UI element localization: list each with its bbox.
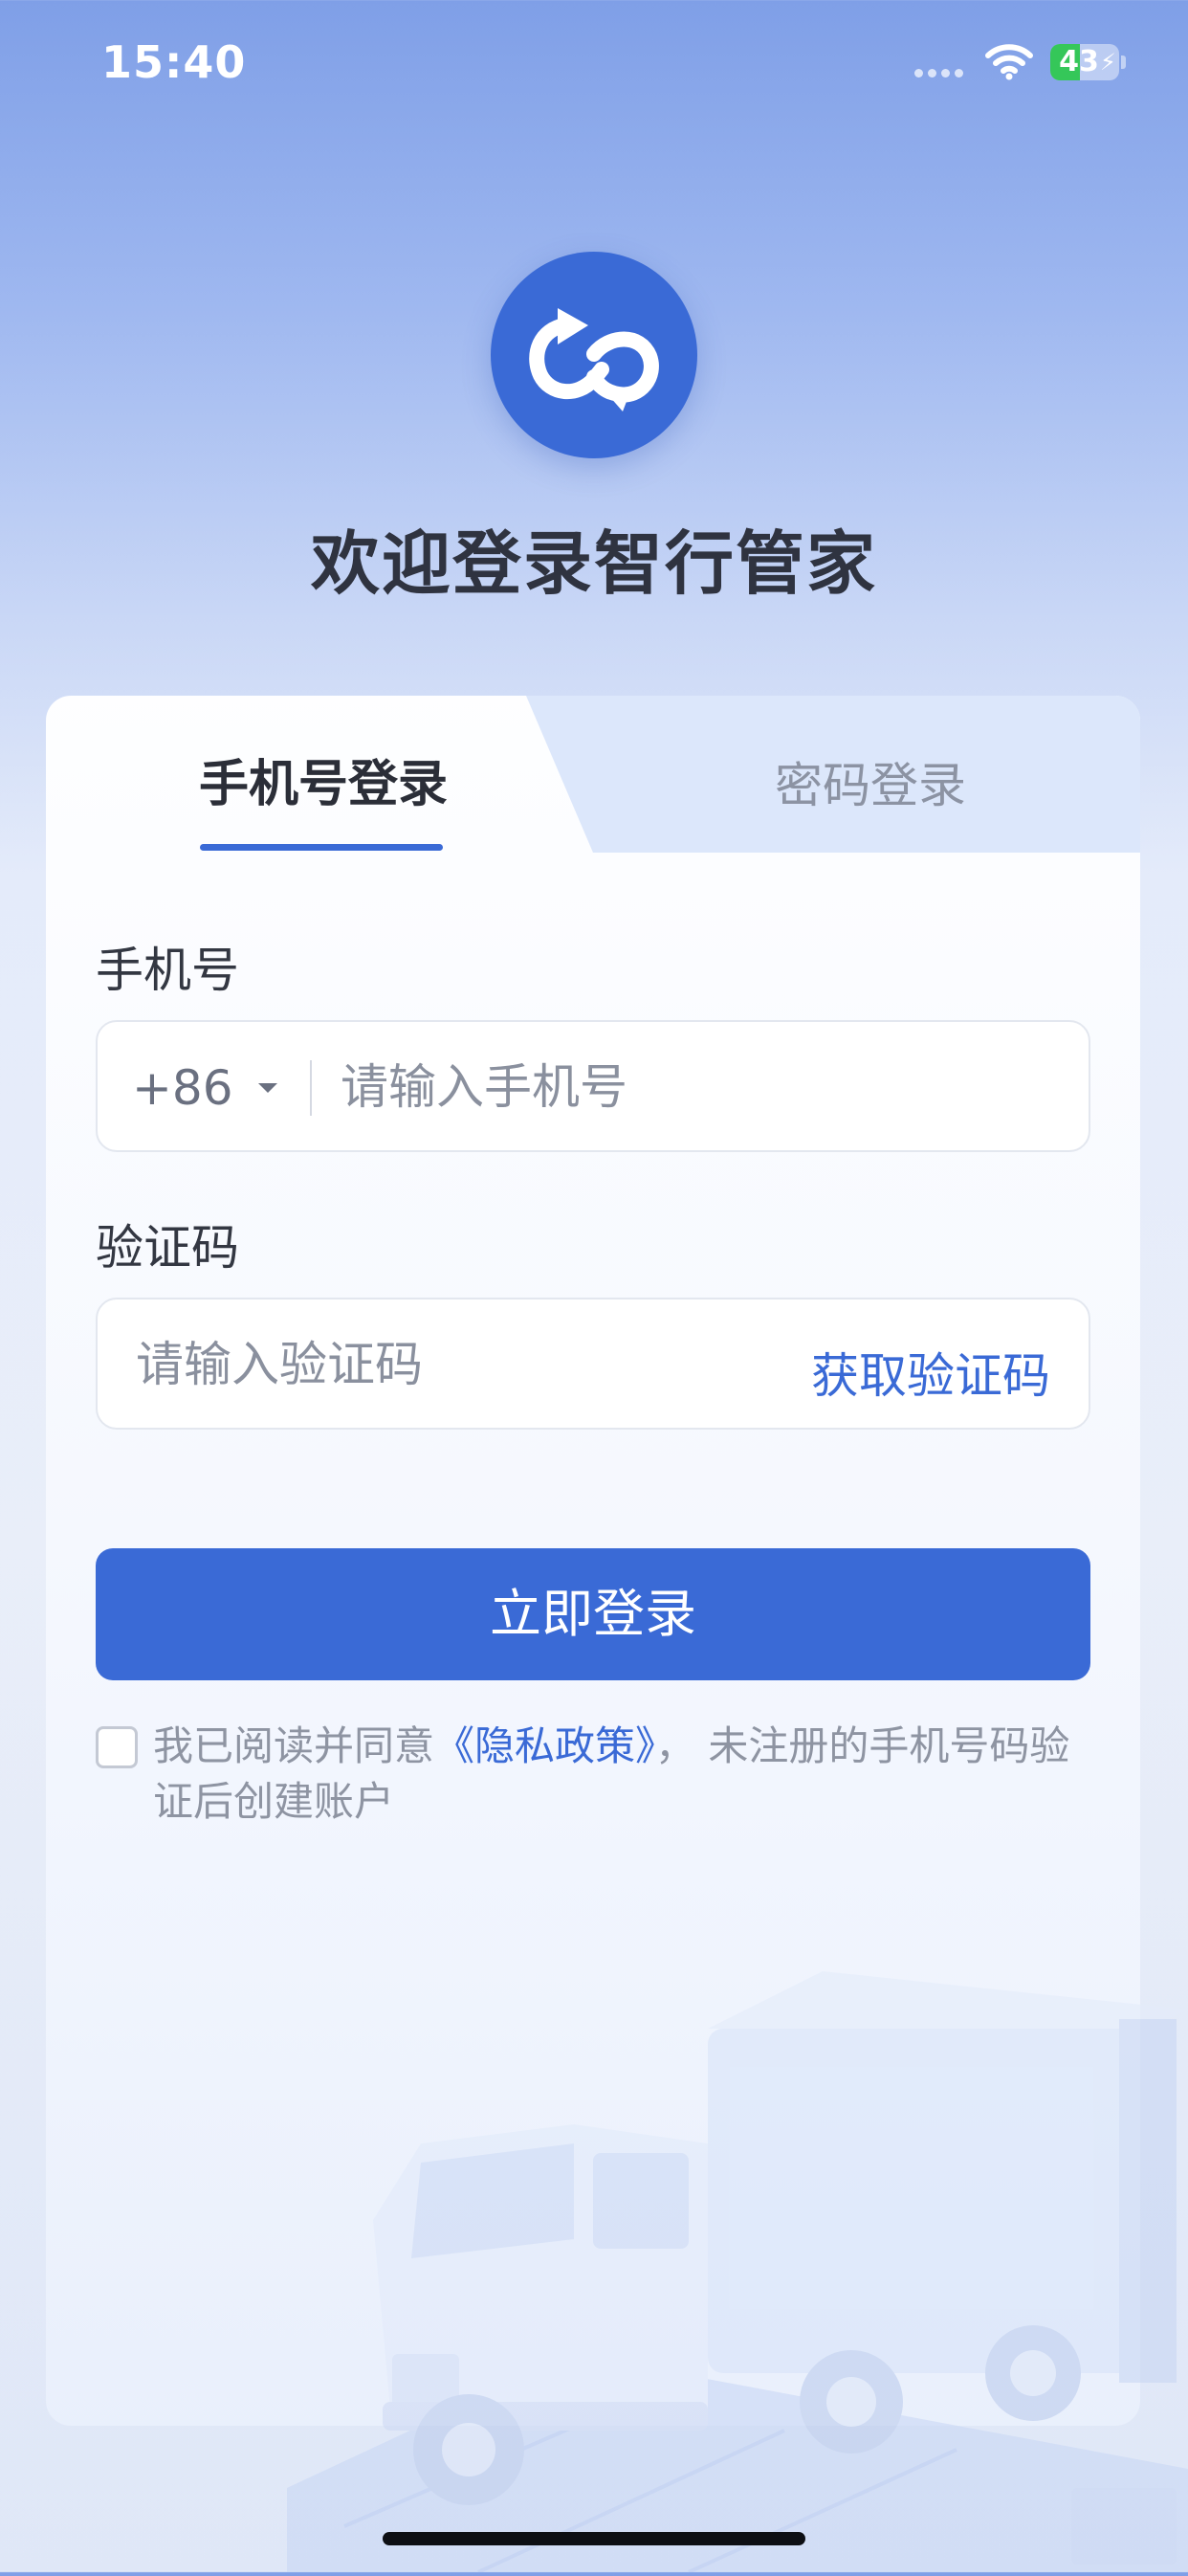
truck-illustration [287, 1952, 1188, 2574]
wifi-icon [985, 42, 1033, 80]
agreement-checkbox[interactable] [96, 1726, 138, 1768]
code-input[interactable] [136, 1332, 748, 1397]
tab-password-login[interactable]: 密码登录 [601, 696, 1140, 853]
signal-dots-icon [914, 69, 966, 78]
battery-charging-icon: 43 ⚡ [1050, 44, 1127, 80]
input-divider [310, 1060, 312, 1116]
app-logo-icon [491, 252, 697, 458]
phone-field-label: 手机号 [96, 943, 239, 998]
status-bar: 15:40 43 ⚡ [0, 0, 1188, 134]
tab-phone-login-label: 手机号登录 [198, 756, 448, 813]
welcome-title: 欢迎登录智行管家 [310, 523, 877, 604]
get-code-button[interactable]: 获取验证码 [811, 1338, 1050, 1407]
agreement-text: 我已阅读并同意《隐私政策》， 未注册的手机号码验证后创建账户 [153, 1719, 1110, 1830]
code-field-label: 验证码 [96, 1220, 239, 1276]
phone-input[interactable] [341, 1055, 1048, 1120]
tab-phone-login[interactable]: 手机号登录 [46, 696, 601, 853]
battery-level: 43 [1059, 45, 1099, 78]
charging-bolt-icon: ⚡ [1100, 49, 1116, 76]
phone-input-box: +86 [96, 1020, 1090, 1152]
caret-down-icon[interactable] [258, 1083, 277, 1093]
privacy-policy-link[interactable]: 《隐私政策》 [434, 1722, 655, 1769]
home-indicator[interactable] [383, 2532, 805, 2545]
tab-password-login-label: 密码登录 [775, 758, 966, 813]
status-time: 15:40 [101, 36, 247, 88]
tab-active-indicator [200, 844, 443, 851]
agreement-prefix: 我已阅读并同意 [153, 1722, 435, 1769]
code-input-box: 获取验证码 [96, 1298, 1090, 1430]
country-code-select[interactable]: +86 [132, 1060, 233, 1116]
login-button[interactable]: 立即登录 [96, 1548, 1090, 1680]
